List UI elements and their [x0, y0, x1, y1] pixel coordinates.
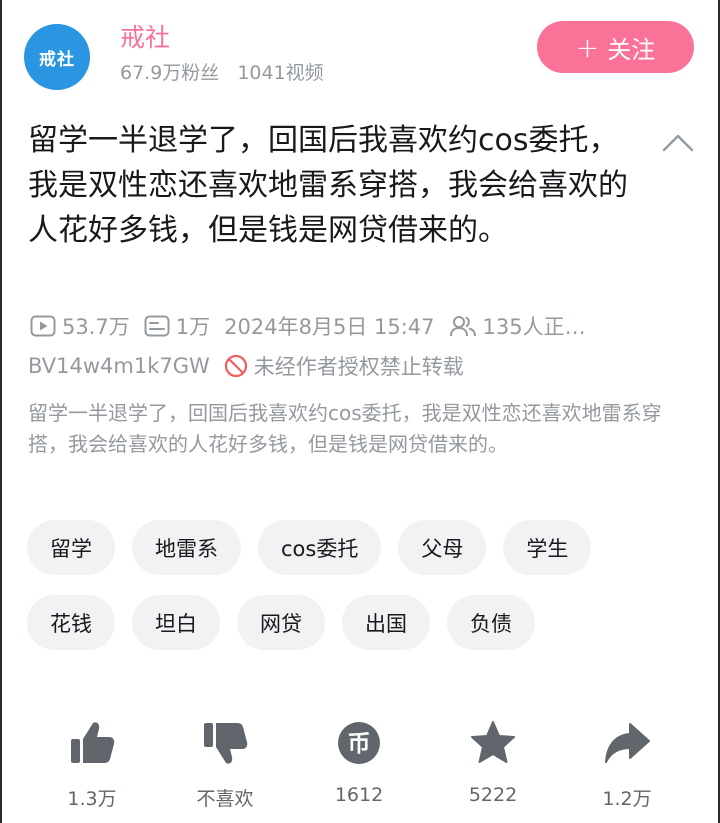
follower-count: 67.9万粉丝 — [120, 62, 220, 84]
tag-dileixi[interactable]: 地雷系 — [132, 520, 241, 575]
people-icon — [449, 316, 476, 337]
follow-button[interactable]: + 关注 — [537, 21, 694, 73]
tag-row: 花钱 坦白 网贷 出国 负债 — [27, 595, 697, 650]
danmaku-count: 1万 — [144, 311, 210, 341]
watching-count-text: 135人正… — [482, 315, 586, 339]
video-title: 留学一半退学了，回国后我喜欢约cos委托，我是双性恋还喜欢地雷系穿搭，我会给喜欢… — [28, 123, 628, 248]
svg-text:币: 币 — [348, 731, 371, 757]
share-button[interactable]: 1.2万 — [567, 718, 687, 811]
favorite-button[interactable]: 5222 — [433, 718, 553, 806]
tag-row: 留学 地雷系 cos委托 父母 学生 — [27, 520, 697, 575]
plus-icon: + — [575, 30, 600, 64]
share-arrow-icon — [605, 723, 650, 763]
tag-student[interactable]: 学生 — [503, 520, 592, 575]
watching-count: 135人正… — [449, 311, 586, 341]
tag-online-loan[interactable]: 网贷 — [237, 595, 325, 650]
tag-list: 留学 地雷系 cos委托 父母 学生 花钱 坦白 网贷 出国 负债 — [27, 520, 697, 670]
dislike-button[interactable]: 不喜欢 — [165, 718, 285, 811]
video-count: 1041视频 — [237, 62, 324, 84]
view-count: 53.7万 — [30, 311, 130, 341]
like-button[interactable]: 1.3万 — [32, 718, 152, 811]
tag-cos-commission[interactable]: cos委托 — [258, 520, 382, 575]
video-id-row: BV14w4m1k7GW 未经作者授权禁止转载 — [28, 351, 464, 381]
forbidden-icon — [224, 354, 247, 378]
uploader-stats: 67.9万粉丝 1041视频 — [120, 58, 324, 85]
chevron-up-icon[interactable] — [660, 128, 696, 156]
tag-confession[interactable]: 坦白 — [132, 595, 220, 650]
page-edge-left — [0, 0, 2, 823]
thumbs-down-icon — [204, 723, 248, 764]
like-count: 1.3万 — [67, 788, 117, 810]
follow-label: 关注 — [607, 35, 656, 64]
video-description: 留学一半退学了，回国后我喜欢约cos委托，我是双性恋还喜欢地雷系穿搭，我会给喜欢… — [28, 401, 662, 456]
danmaku-icon — [144, 315, 170, 337]
uploader-name[interactable]: 戒社 — [120, 18, 170, 54]
copyright-notice: 未经作者授权禁止转载 — [253, 355, 464, 379]
share-count: 1.2万 — [602, 788, 652, 810]
star-icon — [471, 721, 515, 763]
uploader-avatar[interactable]: 戒社 — [24, 24, 90, 90]
view-count-text: 53.7万 — [62, 315, 130, 339]
action-bar: 1.3万 不喜欢 币 1612 5222 1.2万 — [0, 718, 720, 818]
tag-liuxue[interactable]: 留学 — [27, 520, 115, 575]
avatar-text: 戒社 — [39, 49, 75, 70]
tag-parents[interactable]: 父母 — [398, 520, 487, 575]
coin-icon: 币 — [338, 722, 380, 764]
video-meta-row: 53.7万 1万 2024年8月5日 15:47 135人正… — [30, 311, 690, 341]
play-count-icon — [30, 315, 56, 337]
tag-spending[interactable]: 花钱 — [27, 595, 115, 650]
coin-button[interactable]: 币 1612 — [299, 718, 419, 806]
tag-going-abroad[interactable]: 出国 — [342, 595, 430, 650]
publish-time: 2024年8月5日 15:47 — [224, 315, 435, 339]
coin-count: 1612 — [334, 784, 384, 806]
dislike-label: 不喜欢 — [196, 788, 254, 810]
bvid[interactable]: BV14w4m1k7GW — [28, 354, 210, 378]
thumbs-up-icon — [71, 722, 115, 763]
tag-debt[interactable]: 负债 — [447, 595, 535, 650]
favorite-count: 5222 — [468, 784, 518, 806]
danmaku-count-text: 1万 — [175, 315, 211, 339]
